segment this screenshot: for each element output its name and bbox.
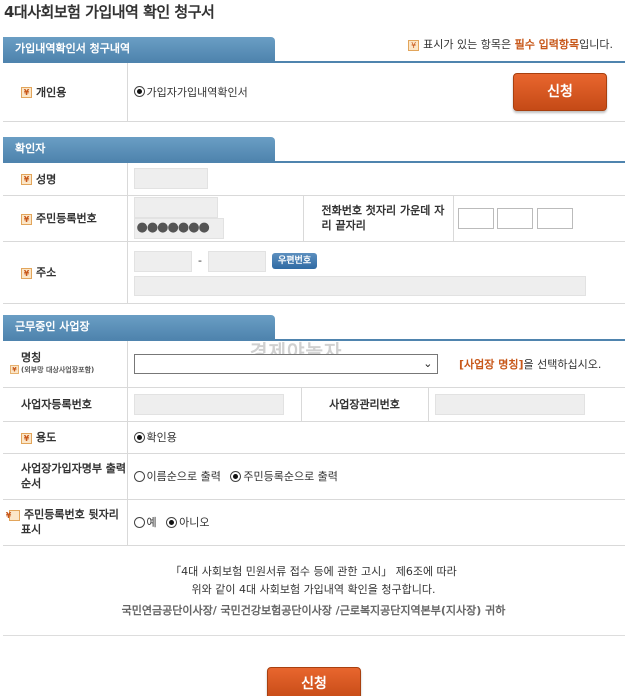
phone-last-field[interactable] <box>536 207 573 229</box>
workplace-name-label: 명칭 <box>21 350 42 364</box>
phone-first-field[interactable] <box>457 207 494 229</box>
phone-fields-cell <box>453 195 625 242</box>
rrn-label-cell: ¥ 주민등록번호 <box>3 195 128 242</box>
zip-row: - 우편번호 <box>133 248 626 274</box>
legend-suffix: 입니다. <box>579 38 613 51</box>
zip-back-field[interactable] <box>208 250 267 272</box>
workplace-table: 명칭 ¥ (외부망 대상사업장포함) ⌄ [사업장 명칭]을 선택하십시오. 사업… <box>3 341 625 546</box>
rrn-show-yes-radio[interactable] <box>133 516 145 528</box>
rrn-show-no-radio[interactable] <box>166 516 178 528</box>
workplace-hint: [사업장 명칭]을 선택하십시오. <box>459 358 601 371</box>
required-mark-icon: ¥ <box>6 509 20 521</box>
apply-button-top[interactable]: 신청 <box>513 73 607 111</box>
name-label: 성명 <box>36 172 57 186</box>
required-mark-icon: ¥ <box>10 365 19 375</box>
required-mark-icon: ¥ <box>21 267 32 279</box>
section-tab-workplace: 근무중인 사업장 <box>3 315 275 339</box>
rrn-show-yes-label: 예 <box>146 516 157 529</box>
rrn-show-label: 주민등록번호 뒷자리 표시 <box>21 508 119 536</box>
workplace-select[interactable]: ⌄ <box>133 353 438 374</box>
rrn-label: 주민등록번호 <box>36 212 97 225</box>
print-order-cell: 이름순으로 출력 주민등록순으로 출력 <box>127 453 625 500</box>
workplace-name-label-cell: 명칭 ¥ (외부망 대상사업장포함) <box>3 341 128 388</box>
section-tab-verifier: 확인자 <box>3 137 275 161</box>
required-mark-icon: ¥ <box>21 87 32 99</box>
biz-reg-field[interactable] <box>133 393 284 415</box>
address-label-cell: ¥ 주소 <box>3 241 128 304</box>
purpose-label-cell: ¥ 용도 <box>3 421 128 454</box>
notice-line-2: 위와 같이 4대 사회보험 가입내역 확인을 청구합니다. <box>191 583 436 596</box>
purpose-option-label: 확인용 <box>146 431 177 444</box>
print-order-label: 사업장가입자명부 출력순서 <box>3 453 128 500</box>
phone-middle-field[interactable] <box>497 207 533 229</box>
workplace-name-sublabel: (외부망 대상사업장포함) <box>21 365 95 374</box>
rrn-show-no-label: 아니오 <box>179 516 210 529</box>
verifier-table: ¥ 성명 ¥ 주민등록번호 ●●●●●●● 전화번호 첫자리 가운데 자리 끝자리 … <box>3 163 625 304</box>
apply-button-bottom[interactable]: 신청 <box>267 667 361 696</box>
zip-front-field[interactable] <box>133 250 192 272</box>
rrn-field-cell: ●●●●●●● <box>127 195 304 242</box>
page-title: 4대사회보험 가입내역 확인 청구서 <box>4 3 215 21</box>
rrn-front-field[interactable] <box>133 197 218 218</box>
purpose-option-cell: 확인용 <box>127 421 625 454</box>
order-by-name-radio[interactable] <box>133 470 145 482</box>
required-mark-icon: ¥ <box>21 432 32 444</box>
required-legend: ¥ 표시가 있는 항목은 필수 입력항목입니다. <box>408 36 613 52</box>
order-by-name-label: 이름순으로 출력 <box>146 470 221 483</box>
personal-label-cell: ¥ 개인용 <box>3 63 128 122</box>
biz-reg-field-cell <box>127 387 302 422</box>
chevron-down-icon: ⌄ <box>423 356 433 370</box>
workplace-select-cell: ⌄ [사업장 명칭]을 선택하십시오. <box>127 341 625 388</box>
legend-highlight: 필수 입력항목 <box>514 38 580 51</box>
address-detail-field[interactable] <box>133 276 586 296</box>
rrn-show-cell: 예 아니오 <box>127 499 625 546</box>
workplace-hint-suffix: 을 선택하십시오. <box>523 357 602 371</box>
zip-search-button[interactable]: 우편번호 <box>271 253 318 269</box>
purpose-radio[interactable] <box>133 431 145 443</box>
biz-mgmt-field-cell <box>428 387 625 422</box>
bottom-divider <box>3 635 625 636</box>
required-mark-icon: ¥ <box>21 213 32 225</box>
required-mark-icon: ¥ <box>21 174 32 186</box>
order-by-rrn-radio[interactable] <box>230 470 242 482</box>
biz-reg-label: 사업자등록번호 <box>3 387 128 422</box>
name-label-cell: ¥ 성명 <box>3 163 128 196</box>
doc-type-option-label: 가입자가입내역확인서 <box>146 85 248 99</box>
name-field[interactable] <box>133 168 208 190</box>
doc-type-radio[interactable] <box>133 86 145 98</box>
legend-prefix: 표시가 있는 항목은 <box>423 38 512 51</box>
section-tab-request: 가입내역확인서 청구내역 <box>3 37 275 61</box>
rrn-show-label-cell: ¥ 주민등록번호 뒷자리 표시 <box>3 499 128 546</box>
address-label: 주소 <box>36 266 57 279</box>
addressee-offices: 국민연금공단이사장/ 국민건강보험공단이사장 /근로복지공단지역본부(지사장) … <box>121 604 506 617</box>
zip-dash: - <box>198 254 202 267</box>
phone-label: 전화번호 첫자리 가운데 자리 끝자리 <box>303 195 454 242</box>
biz-mgmt-label: 사업장관리번호 <box>301 387 429 422</box>
biz-mgmt-field[interactable] <box>434 393 585 415</box>
order-by-rrn-label: 주민등록순으로 출력 <box>243 470 338 483</box>
personal-label: 개인용 <box>36 85 67 99</box>
address-fields-cell: - 우편번호 <box>127 241 626 304</box>
workplace-hint-highlight: [사업장 명칭] <box>459 357 524 371</box>
purpose-label: 용도 <box>36 431 57 444</box>
rrn-back-field[interactable]: ●●●●●●● <box>133 218 224 239</box>
name-field-cell <box>127 163 625 196</box>
notice-line-1: 「4대 사회보험 민원서류 접수 등에 관한 고시」 제6조에 따라 <box>170 565 457 578</box>
required-mark-icon: ¥ <box>408 39 420 51</box>
